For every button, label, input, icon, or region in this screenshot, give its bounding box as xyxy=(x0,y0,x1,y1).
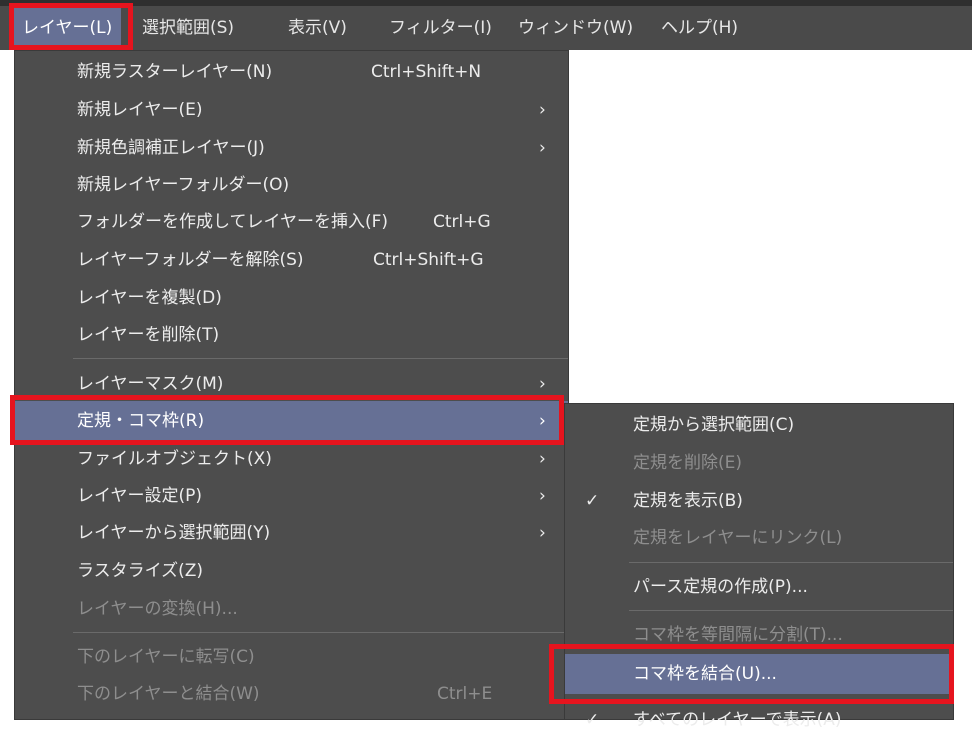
menu-item-new-raster-layer[interactable]: 新規ラスターレイヤー(N) Ctrl+Shift+N xyxy=(15,53,568,91)
check-icon: ✓ xyxy=(585,710,600,730)
menubar-item-help[interactable]: ヘルプ(H) xyxy=(652,7,747,49)
menu-separator xyxy=(629,562,953,563)
menu-item-create-folder-insert[interactable]: フォルダーを作成してレイヤーを挿入(F) Ctrl+G xyxy=(15,203,568,241)
menu-item-label: 定規を表示(B) xyxy=(633,491,743,511)
menu-item-label: すべてのレイヤーで表示(A) xyxy=(633,710,842,730)
chevron-right-icon: › xyxy=(539,523,546,543)
menu-item-file-object[interactable]: ファイルオブジェクト(X) › xyxy=(15,440,568,478)
menu-item-label: 新規ラスターレイヤー(N) xyxy=(77,62,273,82)
menu-item-convert-layer[interactable]: レイヤーの変換(H)... xyxy=(15,590,568,628)
menu-item-label: 新規レイヤー(E) xyxy=(77,100,203,120)
menu-item-label: 定規をレイヤーにリンク(L) xyxy=(633,528,843,548)
menu-item-label: レイヤーフォルダーを解除(S) xyxy=(77,250,304,270)
menu-item-label: レイヤーから選択範囲(Y) xyxy=(77,523,271,543)
submenu-item-delete-ruler[interactable]: 定規を削除(E) xyxy=(565,444,953,482)
menu-item-transfer-to-lower[interactable]: 下のレイヤーに転写(C) xyxy=(15,638,568,676)
menu-item-duplicate-layer[interactable]: レイヤーを複製(D) xyxy=(15,279,568,317)
menu-item-delete-layer[interactable]: レイヤーを削除(T) xyxy=(15,316,568,354)
submenu-item-show-ruler[interactable]: ✓ 定規を表示(B) xyxy=(565,482,953,520)
menu-item-label: 下のレイヤーに転写(C) xyxy=(77,647,255,667)
highlight-frame-merge-frames xyxy=(549,644,954,704)
menubar-item-view[interactable]: 表示(V) xyxy=(279,7,356,49)
menu-item-label: 下のレイヤーと結合(W) xyxy=(77,684,260,704)
menubar-item-window[interactable]: ウィンドウ(W) xyxy=(509,7,642,49)
menu-bar: レイヤー(L) 選択範囲(S) 表示(V) フィルター(I) ウィンドウ(W) … xyxy=(0,0,972,50)
menu-item-label: 定規を削除(E) xyxy=(633,453,743,473)
menu-item-rasterize[interactable]: ラスタライズ(Z) xyxy=(15,552,568,590)
menu-item-shortcut: Ctrl+Shift+N xyxy=(371,62,482,82)
submenu-item-link-ruler[interactable]: 定規をレイヤーにリンク(L) xyxy=(565,519,953,557)
menu-item-label: フォルダーを作成してレイヤーを挿入(F) xyxy=(77,212,389,232)
menu-item-label: パース定規の作成(P)... xyxy=(633,577,808,597)
menu-item-label: レイヤーの変換(H)... xyxy=(77,599,238,619)
menu-item-label: 新規色調補正レイヤー(J) xyxy=(77,138,265,158)
submenu-item-create-perspective-ruler[interactable]: パース定規の作成(P)... xyxy=(565,568,953,606)
check-icon: ✓ xyxy=(585,491,600,511)
menu-item-new-layer-folder[interactable]: 新規レイヤーフォルダー(O) xyxy=(15,166,568,204)
menu-item-shortcut: Ctrl+G xyxy=(433,212,491,232)
highlight-frame-ruler-item xyxy=(10,395,564,445)
layer-dropdown-menu: 新規ラスターレイヤー(N) Ctrl+Shift+N 新規レイヤー(E) › 新… xyxy=(14,50,569,720)
submenu-item-selection-from-ruler[interactable]: 定規から選択範囲(C) xyxy=(565,406,953,444)
menu-separator xyxy=(73,358,568,359)
menu-item-label: レイヤー設定(P) xyxy=(77,486,203,506)
title-bar-strip xyxy=(0,0,972,6)
menu-item-shortcut: Ctrl+E xyxy=(437,684,493,704)
submenu-item-show-all-layers[interactable]: ✓ すべてのレイヤーで表示(A) xyxy=(565,701,953,739)
menu-item-new-correction-layer[interactable]: 新規色調補正レイヤー(J) › xyxy=(15,129,568,167)
chevron-right-icon: › xyxy=(539,100,546,120)
menu-item-release-layer-folder[interactable]: レイヤーフォルダーを解除(S) Ctrl+Shift+G xyxy=(15,241,568,279)
menu-item-label: レイヤーを削除(T) xyxy=(77,325,220,345)
menu-item-label: レイヤーを複製(D) xyxy=(77,288,222,308)
menu-separator xyxy=(629,610,953,611)
highlight-frame-layer-menu xyxy=(9,3,133,50)
chevron-right-icon: › xyxy=(539,449,546,469)
menu-item-shortcut: Ctrl+Shift+G xyxy=(373,250,484,270)
chevron-right-icon: › xyxy=(539,486,546,506)
menu-item-label: 新規レイヤーフォルダー(O) xyxy=(77,175,290,195)
menu-item-label: ファイルオブジェクト(X) xyxy=(77,449,272,469)
chevron-right-icon: › xyxy=(539,138,546,158)
menu-item-new-layer[interactable]: 新規レイヤー(E) › xyxy=(15,91,568,129)
menu-item-layer-settings[interactable]: レイヤー設定(P) › xyxy=(15,477,568,515)
menu-item-label: ラスタライズ(Z) xyxy=(77,561,204,581)
menu-separator xyxy=(73,632,568,633)
menu-item-label: 定規から選択範囲(C) xyxy=(633,415,795,435)
menubar-item-selection[interactable]: 選択範囲(S) xyxy=(133,7,243,49)
menubar-item-filter[interactable]: フィルター(I) xyxy=(380,7,501,49)
menu-item-selection-from-layer[interactable]: レイヤーから選択範囲(Y) › xyxy=(15,514,568,552)
menu-item-merge-with-lower[interactable]: 下のレイヤーと結合(W) Ctrl+E xyxy=(15,675,568,713)
